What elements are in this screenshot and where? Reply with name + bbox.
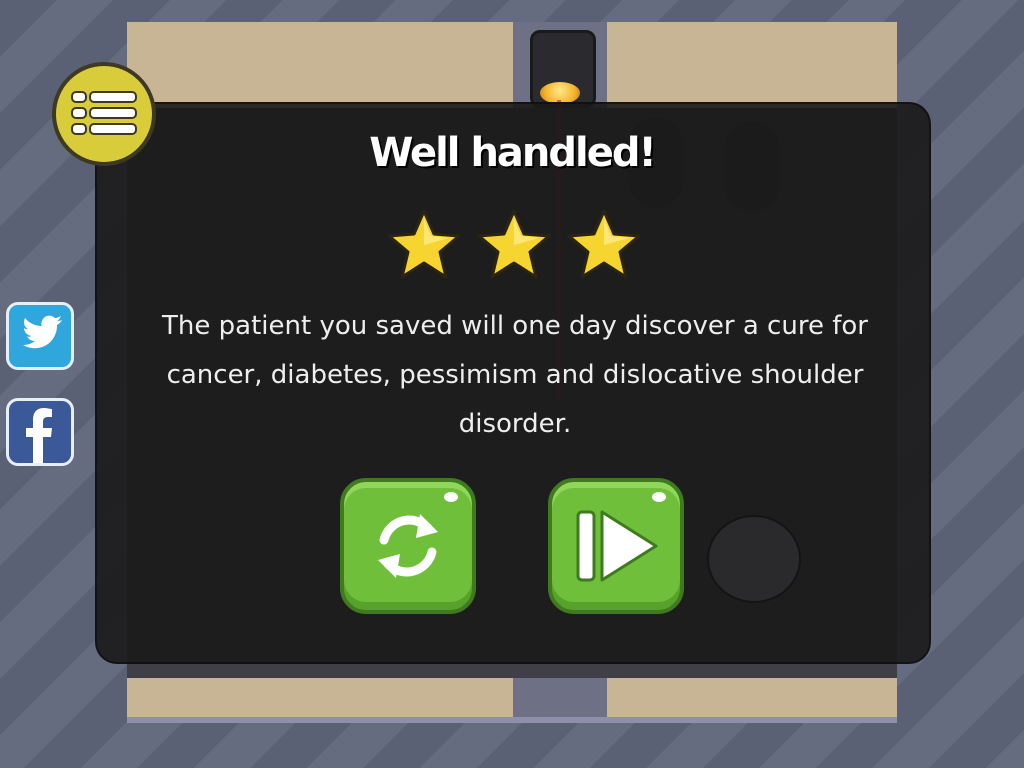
dimmed-table-object bbox=[707, 515, 801, 603]
next-level-button[interactable] bbox=[548, 478, 684, 614]
menu-button[interactable] bbox=[52, 62, 156, 166]
replay-icon bbox=[378, 514, 438, 578]
facebook-share-button[interactable] bbox=[6, 398, 74, 466]
twitter-bird-icon bbox=[23, 315, 62, 349]
next-level-icon bbox=[576, 510, 658, 582]
star-rating bbox=[384, 205, 644, 285]
facebook-f-icon bbox=[26, 408, 52, 463]
result-message: The patient you saved will one day disco… bbox=[162, 311, 868, 439]
twitter-share-button[interactable] bbox=[6, 302, 74, 370]
star-icon bbox=[567, 209, 641, 279]
menu-list-icon bbox=[71, 91, 137, 135]
star-icon bbox=[477, 209, 551, 279]
star-icon bbox=[387, 209, 461, 279]
replay-button[interactable] bbox=[340, 478, 476, 614]
dialog-title: Well handled! bbox=[369, 130, 656, 176]
